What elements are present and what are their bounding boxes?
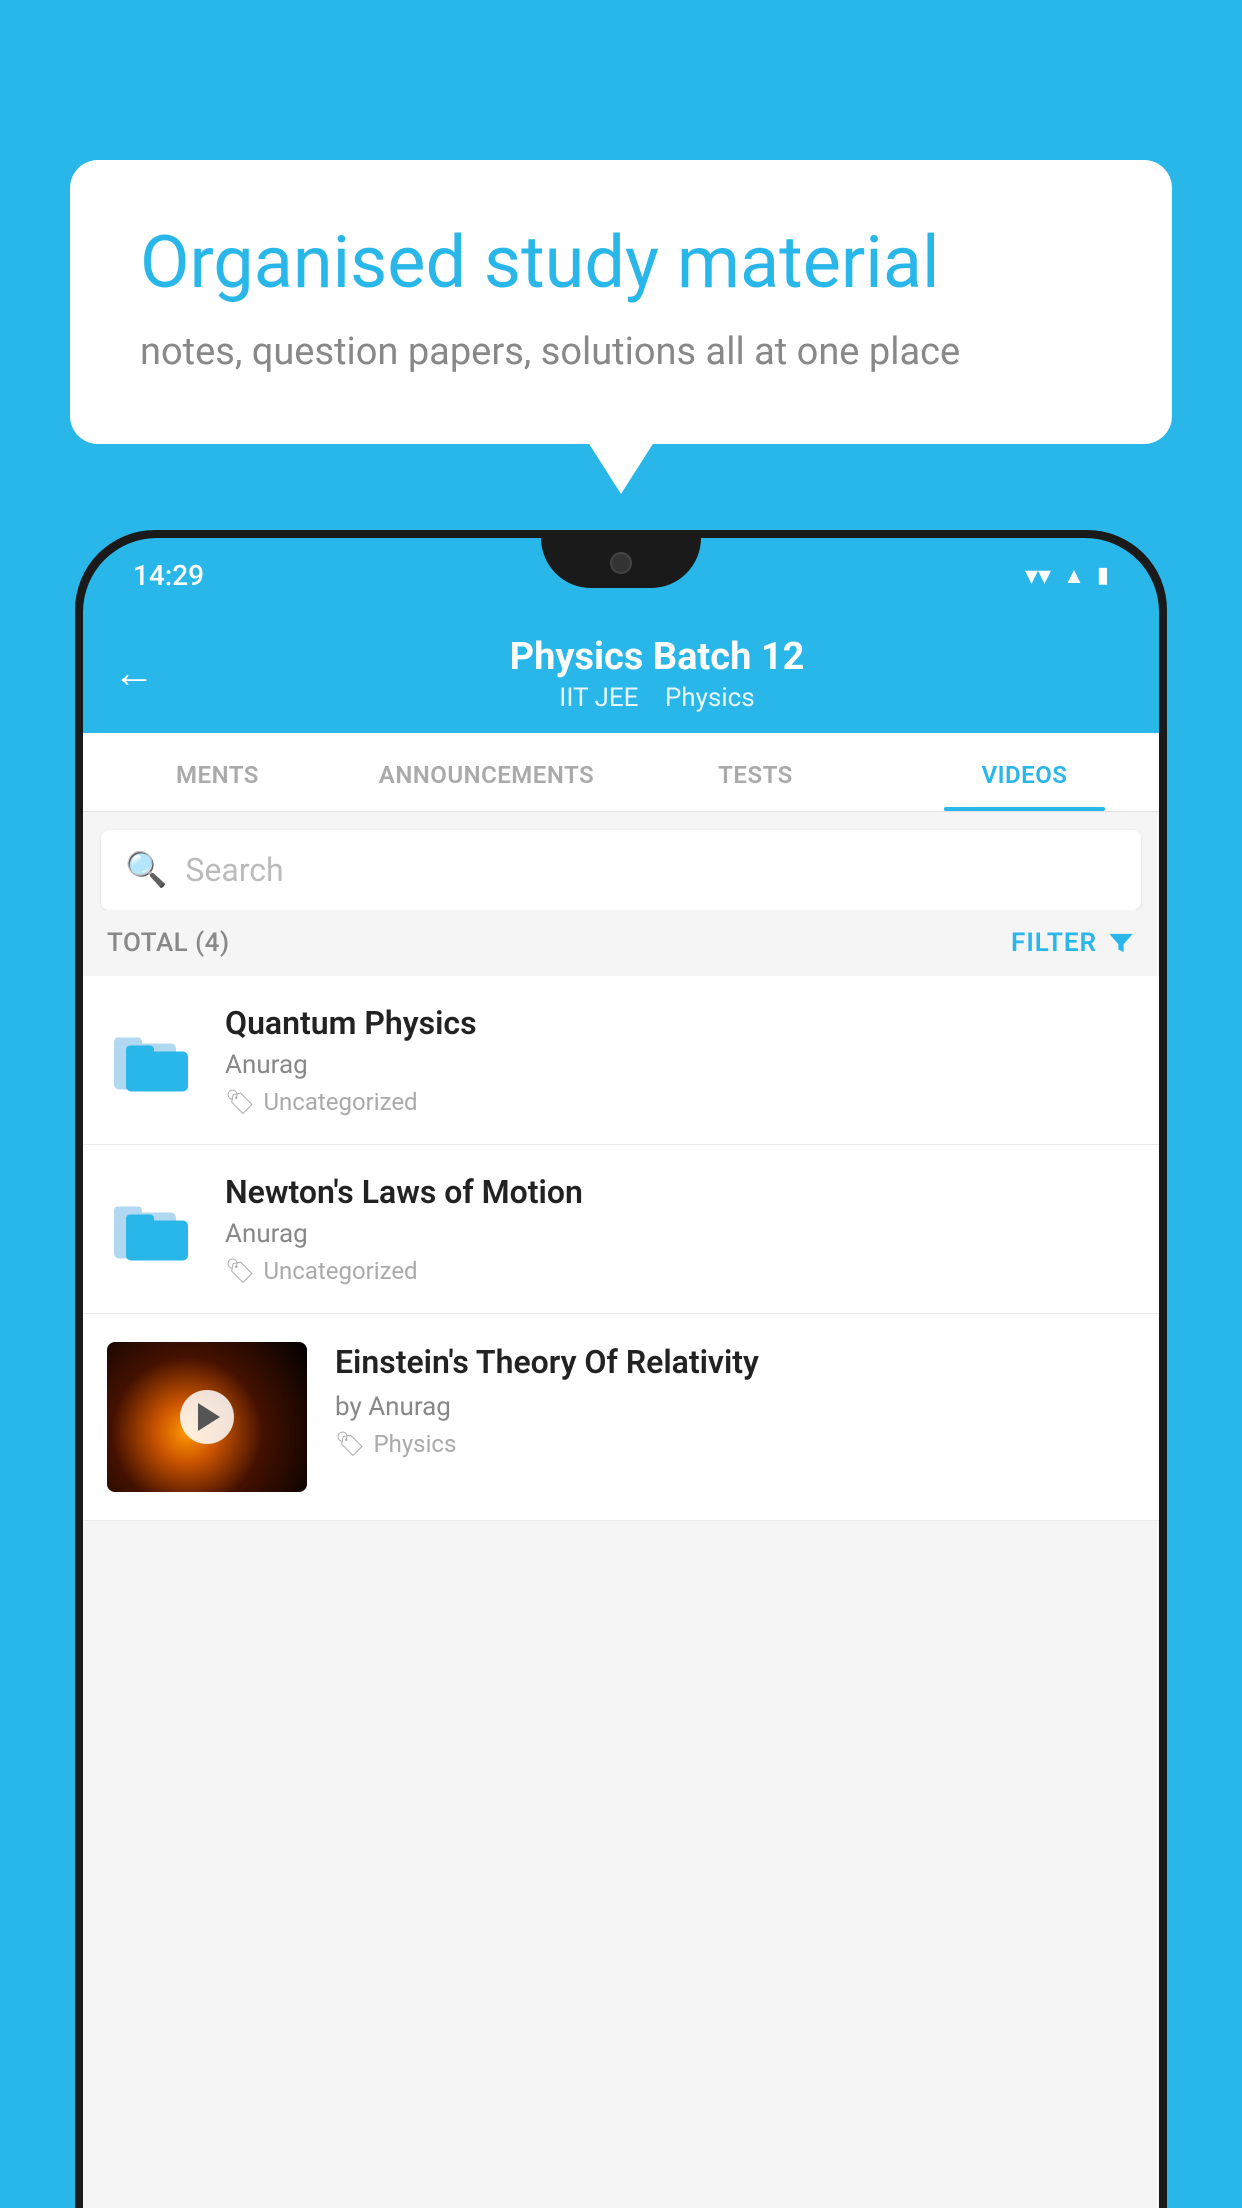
app-header: ← Physics Batch 12 IIT JEE Physics (83, 613, 1159, 733)
folder-icon (107, 1015, 197, 1105)
hero-title: Organised study material (140, 220, 1102, 306)
folder-icon (107, 1184, 197, 1274)
notch (541, 538, 701, 588)
phone-inner: 14:29 ▾▾ ▲ ▮ ← Physics Batch 12 (83, 538, 1159, 2208)
tag-icon: 🏷 (335, 1430, 365, 1458)
app-content: ← Physics Batch 12 IIT JEE Physics MENTS… (83, 613, 1159, 2208)
item-title: Quantum Physics (225, 1004, 1135, 1042)
list-item-thumb[interactable]: Einstein's Theory Of Relativity by Anura… (83, 1314, 1159, 1521)
list-item[interactable]: Newton's Laws of Motion Anurag 🏷 Uncateg… (83, 1145, 1159, 1314)
tab-announcements[interactable]: ANNOUNCEMENTS (352, 733, 621, 811)
item-tag: 🏷 Physics (335, 1430, 1135, 1458)
item-author: by Anurag (335, 1392, 1135, 1422)
header-title-block: Physics Batch 12 IIT JEE Physics (185, 635, 1129, 713)
list-item[interactable]: Quantum Physics Anurag 🏷 Uncategorized (83, 976, 1159, 1145)
item-author: Anurag (225, 1050, 1135, 1080)
search-bar[interactable]: 🔍 Search (101, 830, 1141, 910)
filter-icon (1107, 930, 1135, 956)
camera (610, 552, 632, 574)
filter-button[interactable]: FILTER (1011, 928, 1135, 958)
item-info: Quantum Physics Anurag 🏷 Uncategorized (225, 1004, 1135, 1116)
item-tag: 🏷 Uncategorized (225, 1088, 1135, 1116)
tag-icon: 🏷 (225, 1257, 255, 1285)
tag-label: Physics (373, 1430, 456, 1458)
item-title: Newton's Laws of Motion (225, 1173, 1135, 1211)
tab-tests[interactable]: TESTS (621, 733, 890, 811)
status-bar: 14:29 ▾▾ ▲ ▮ (83, 538, 1159, 613)
iit-jee-tag: IIT JEE (559, 683, 638, 713)
tab-ments[interactable]: MENTS (83, 733, 352, 811)
status-icons: ▾▾ ▲ ▮ (1025, 561, 1109, 591)
wifi-icon: ▾▾ (1025, 561, 1051, 591)
search-placeholder: Search (185, 851, 283, 889)
item-info: Einstein's Theory Of Relativity by Anura… (335, 1342, 1135, 1458)
battery-icon: ▮ (1097, 563, 1109, 588)
video-list: Quantum Physics Anurag 🏷 Uncategorized (83, 976, 1159, 1521)
filter-label: FILTER (1011, 928, 1097, 958)
batch-title: Physics Batch 12 (185, 635, 1129, 679)
play-button[interactable] (180, 1390, 234, 1444)
tab-videos[interactable]: VIDEOS (890, 733, 1159, 811)
tag-label: Uncategorized (263, 1257, 417, 1285)
video-thumbnail (107, 1342, 307, 1492)
tag-icon: 🏷 (225, 1088, 255, 1116)
filter-bar: TOTAL (4) FILTER (83, 910, 1159, 976)
item-author: Anurag (225, 1219, 1135, 1249)
tabs-bar: MENTS ANNOUNCEMENTS TESTS VIDEOS (83, 733, 1159, 812)
item-title: Einstein's Theory Of Relativity (335, 1342, 1135, 1384)
batch-subtitle: IIT JEE Physics (185, 683, 1129, 713)
item-info: Newton's Laws of Motion Anurag 🏷 Uncateg… (225, 1173, 1135, 1285)
signal-icon: ▲ (1063, 563, 1085, 589)
status-time: 14:29 (133, 559, 204, 592)
search-icon: 🔍 (125, 850, 167, 890)
item-tag: 🏷 Uncategorized (225, 1257, 1135, 1285)
total-count: TOTAL (4) (107, 928, 230, 958)
hero-subtitle: notes, question papers, solutions all at… (140, 330, 1102, 374)
tag-label: Uncategorized (263, 1088, 417, 1116)
hero-card: Organised study material notes, question… (70, 160, 1172, 444)
back-button[interactable]: ← (113, 653, 155, 695)
subject-tag: Physics (665, 683, 755, 713)
play-icon (198, 1403, 220, 1431)
phone-frame: 14:29 ▾▾ ▲ ▮ ← Physics Batch 12 (75, 530, 1167, 2208)
